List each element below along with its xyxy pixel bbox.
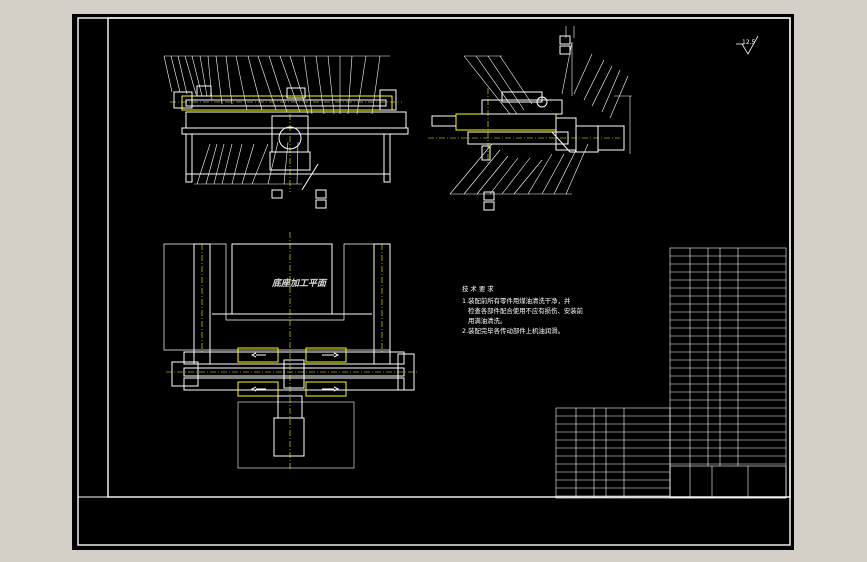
side-view-leaders [449,41,629,195]
drawing-sheet: 底座加工平面 技 术 要 求 1.装配前所有零件用煤油清洗干净，并 检查各部件配… [72,14,794,550]
note-line-1: 1.装配前所有零件用煤油清洗干净，并 [462,297,571,305]
plan-view [163,232,418,470]
note-line-2: 检查各部件配合使用不应有损伤、安装前 [468,307,584,315]
roughness-value: 12.5 [742,39,756,46]
bom-rows [556,255,786,497]
note-line-4: 2.装配完毕各传动部件上机油润滑。 [462,327,564,335]
side-view [428,26,632,211]
notes-heading: 技 术 要 求 [462,285,494,293]
front-view [163,55,409,209]
surface-label: 底座加工平面 [272,279,327,289]
cad-drawing [77,17,791,546]
front-view-leaders [163,55,390,185]
parts-list [555,247,787,499]
note-line-3: 用满油清洗。 [468,317,507,325]
